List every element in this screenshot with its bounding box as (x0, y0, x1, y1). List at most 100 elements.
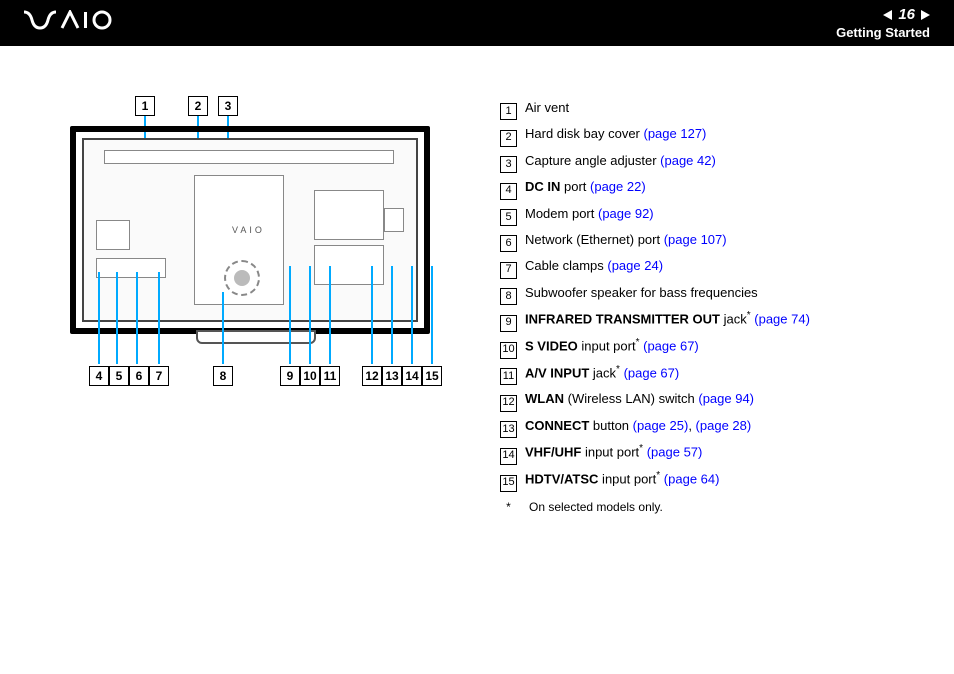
vaio-logo-svg (24, 10, 114, 30)
leader-line (309, 266, 311, 364)
leader-line (222, 292, 224, 364)
tv-inner-panel: VAIO (82, 138, 418, 322)
legend-item-2: 2 Hard disk bay cover (page 127) (500, 122, 924, 145)
legend-item-6: 6 Network (Ethernet) port (page 107) (500, 228, 924, 251)
legend-text: S VIDEO input port* (page 67) (525, 334, 699, 358)
callout-num: 7 (156, 369, 163, 383)
page-link[interactable]: (page 42) (660, 153, 716, 168)
legend-num-box: 1 (500, 103, 517, 120)
leader-line (431, 266, 433, 364)
callout-num: 15 (425, 369, 438, 383)
legend-item-12: 12 WLAN (Wireless LAN) switch (page 94) (500, 387, 924, 410)
legend-text: Air vent (525, 96, 569, 119)
right-block-lower (314, 245, 384, 285)
page-link[interactable]: (page 57) (647, 444, 703, 459)
legend-item-5: 5Modem port (page 92) (500, 202, 924, 225)
legend-num-box: 3 (500, 156, 517, 173)
leader-line (289, 266, 291, 364)
callout-box-13: 13 (382, 366, 402, 386)
legend-text: Network (Ethernet) port (page 107) (525, 228, 727, 251)
subwoofer-center (234, 270, 250, 286)
leader-line (158, 272, 160, 364)
callout-box-6: 6 (129, 366, 149, 386)
page-link[interactable]: (page 24) (607, 258, 663, 273)
page-link[interactable]: (page 25) (633, 418, 689, 433)
section-title: Getting Started (836, 25, 930, 40)
footnote-star: * (500, 497, 517, 519)
legend-item-8: 8Subwoofer speaker for bass frequencies (500, 281, 924, 304)
page-link[interactable]: (page 22) (590, 179, 646, 194)
leader-line (98, 272, 100, 364)
page-link[interactable]: (page 94) (698, 391, 754, 406)
prev-page-arrow-icon[interactable] (883, 10, 892, 20)
legend-text: WLAN (Wireless LAN) switch (page 94) (525, 387, 754, 410)
page-link[interactable]: (page 107) (664, 232, 727, 247)
legend-num-box: 7 (500, 262, 517, 279)
legend-bold: A/V INPUT (525, 365, 589, 380)
callout-box-4: 4 (89, 366, 109, 386)
legend-item-7: 7Cable clamps (page 24) (500, 254, 924, 277)
device-diagram: 1 2 3 VAIO (70, 96, 430, 396)
page-content: 1 2 3 VAIO (0, 46, 954, 674)
legend-plain: Hard disk bay cover (525, 126, 644, 141)
legend-bold: DC IN (525, 179, 560, 194)
page-link[interactable]: (page 64) (664, 471, 720, 486)
asterisk-icon: * (639, 443, 643, 454)
callout-box-14: 14 (402, 366, 422, 386)
next-page-arrow-icon[interactable] (921, 10, 930, 20)
page-link[interactable]: (page 67) (643, 338, 699, 353)
callout-num: 12 (365, 369, 378, 383)
legend-list: 1 Air vent 2 Hard disk bay cover (page 127)… (500, 96, 924, 644)
callout-num: 14 (405, 369, 418, 383)
legend-plain: input port (598, 471, 656, 486)
callout-num: 6 (136, 369, 143, 383)
legend-plain: Network (Ethernet) port (525, 232, 664, 247)
page-link[interactable]: (page 92) (598, 206, 654, 221)
leader-line (371, 266, 373, 364)
legend-text: A/V INPUT jack* (page 67) (525, 361, 679, 385)
legend-text: Capture angle adjuster (page 42) (525, 149, 716, 172)
footnote: * On selected models only. (500, 497, 924, 519)
page-link[interactable]: (page 28) (696, 418, 752, 433)
leader-line (116, 272, 118, 364)
left-port-row (96, 258, 166, 278)
page-link[interactable]: (page 67) (624, 365, 680, 380)
legend-item-11: 11A/V INPUT jack* (page 67) (500, 361, 924, 385)
legend-text: DC IN port (page 22) (525, 175, 646, 198)
page-header: 16 Getting Started (0, 0, 954, 46)
diagram-vaio-label: VAIO (232, 225, 265, 235)
callout-num: 11 (324, 369, 337, 383)
legend-num-box: 2 (500, 130, 517, 147)
callout-box-7: 7 (149, 366, 169, 386)
tv-back-panel: VAIO (70, 126, 430, 334)
legend-plain: Subwoofer speaker for bass frequencies (525, 285, 758, 300)
callout-num: 13 (385, 369, 398, 383)
page-link[interactable]: (page 74) (754, 311, 810, 326)
callout-box-11: 11 (320, 366, 340, 386)
page-nav: 16 (836, 6, 930, 23)
legend-text: Modem port (page 92) (525, 202, 654, 225)
page-link[interactable]: (page 127) (644, 126, 707, 141)
right-edge-block (384, 208, 404, 232)
legend-num-box: 12 (500, 395, 517, 412)
legend-num-box: 9 (500, 315, 517, 332)
legend-item-1: 1 Air vent (500, 96, 924, 119)
legend-item-14: 14VHF/UHF input port* (page 57) (500, 440, 924, 464)
legend-item-10: 10S VIDEO input port* (page 67) (500, 334, 924, 358)
footnote-text: On selected models only. (529, 497, 663, 519)
legend-bold: S VIDEO (525, 338, 578, 353)
legend-bold: CONNECT (525, 418, 589, 433)
callout-box-2: 2 (188, 96, 208, 116)
leader-line (136, 272, 138, 364)
legend-plain: jack (720, 311, 747, 326)
legend-plain: input port (581, 444, 639, 459)
callout-num: 3 (225, 99, 232, 113)
leader-line (391, 266, 393, 364)
leader-line (329, 266, 331, 364)
callout-num: 1 (142, 99, 149, 113)
legend-num-box: 6 (500, 235, 517, 252)
legend-text: INFRARED TRANSMITTER OUT jack* (page 74) (525, 307, 810, 331)
legend-plain: button (589, 418, 632, 433)
legend-item-9: 9 INFRARED TRANSMITTER OUT jack* (page 74… (500, 307, 924, 331)
page-number: 16 (898, 6, 915, 23)
